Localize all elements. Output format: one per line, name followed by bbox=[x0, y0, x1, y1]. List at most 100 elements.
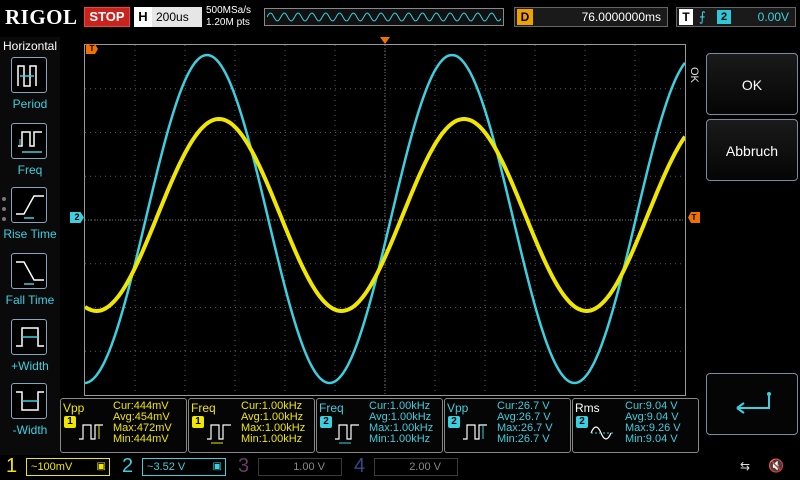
trigger-box[interactable]: T ⨍ 2 0.00V bbox=[676, 7, 796, 27]
channel-scale: 100mV bbox=[37, 461, 73, 473]
value-min: Min:9.04 V bbox=[625, 433, 678, 445]
measurement-name: Vpp bbox=[63, 401, 85, 415]
rms-sine-icon bbox=[590, 426, 615, 440]
run-stop-status[interactable]: STOP bbox=[84, 7, 130, 27]
measurement-name: Rms bbox=[575, 401, 600, 415]
cancel-button[interactable]: Abbruch bbox=[706, 119, 798, 181]
channel-scale: 1.00 V bbox=[293, 461, 325, 473]
value-min: Min:26.7 V bbox=[497, 433, 550, 445]
measurement-name: Vpp bbox=[447, 401, 469, 415]
menu-item-label: +Width bbox=[11, 359, 49, 373]
channel-scale: 3.52 V bbox=[153, 461, 186, 473]
menu-item-label: Fall Time bbox=[5, 293, 55, 307]
channel-badge: 2 bbox=[448, 416, 460, 428]
delay-value: 76.0000000ms bbox=[581, 10, 661, 24]
menu-title: Horizontal bbox=[2, 39, 58, 53]
channel-2-marker-label: 2 bbox=[74, 212, 80, 222]
return-button[interactable] bbox=[706, 373, 798, 435]
measurement-values: Cur:444mV Avg:454mV Max:472mV Min:444mV bbox=[113, 401, 172, 445]
measurement-cell[interactable]: Rms 2 Cur:9.04 V Avg:9.04 V Max:9.26 V M… bbox=[572, 398, 699, 453]
usb-icon: ⇆ bbox=[740, 459, 751, 473]
menu-item-negative-width[interactable]: -Width bbox=[0, 383, 60, 445]
menu-item-label: Period bbox=[12, 97, 48, 111]
menu-item-positive-width[interactable]: +Width bbox=[0, 319, 60, 381]
vpp-icon bbox=[79, 424, 103, 440]
rising-edge-icon: ⨍ bbox=[699, 9, 706, 24]
menu-item-fall-time[interactable]: Fall Time bbox=[0, 253, 60, 315]
channel-2-status[interactable]: 2 ~3.52 V ▣ bbox=[116, 455, 232, 480]
channel-status-bar: 1 ~100mV ▣ 2 ~3.52 V ▣ 3 1.00 V 4 2.00 V… bbox=[0, 455, 800, 480]
channel-number: 3 bbox=[238, 455, 250, 477]
measurement-panel: Vpp 1 Cur:444mV Avg:454mV Max:472mV Min:… bbox=[60, 398, 700, 453]
channel-4-status[interactable]: 4 2.00 V bbox=[348, 455, 464, 480]
channel-scale-box: ~100mV ▣ bbox=[26, 458, 110, 476]
menu-item-label: Rise Time bbox=[3, 227, 57, 241]
measurement-cell[interactable]: Vpp 1 Cur:444mV Avg:454mV Max:472mV Min:… bbox=[60, 398, 187, 453]
channel-1-status[interactable]: 1 ~100mV ▣ bbox=[0, 455, 116, 480]
overview-waveform bbox=[267, 12, 501, 22]
channel-3-status[interactable]: 3 1.00 V bbox=[232, 455, 348, 480]
measurement-values: Cur:26.7 V Avg:26.7 V Max:26.7 V Min:26.… bbox=[497, 401, 553, 445]
menu-item-label: Freq bbox=[17, 163, 43, 177]
waveform-display[interactable] bbox=[84, 44, 686, 396]
timebase-value: 200us bbox=[156, 10, 189, 24]
ok-button[interactable]: OK bbox=[706, 53, 798, 115]
trigger-level-marker[interactable]: T bbox=[688, 212, 700, 223]
channel-badge: 1 bbox=[64, 416, 76, 428]
sample-info: 500MSa/s 1.20M pts bbox=[206, 5, 251, 29]
channel-number: 4 bbox=[354, 455, 366, 477]
waveform-canvas bbox=[85, 45, 685, 395]
trigger-level-marker-label: T bbox=[691, 213, 697, 222]
measurement-cell[interactable]: Freq 1 Cur:1.00kHz Avg:1.00kHz Max:1.00k… bbox=[188, 398, 315, 453]
graticule bbox=[85, 45, 685, 395]
menu-item-freq[interactable]: Freq bbox=[0, 123, 60, 185]
measurement-values: Cur:9.04 V Avg:9.04 V Max:9.26 V Min:9.0… bbox=[625, 401, 681, 445]
trigger-position-label: T bbox=[89, 44, 95, 53]
timebase-box[interactable]: H 200us bbox=[134, 7, 202, 27]
channel-badge: 1 bbox=[192, 416, 204, 428]
measurement-values: Cur:1.00kHz Avg:1.00kHz Max:1.00kHz Min:… bbox=[369, 401, 433, 445]
bandwidth-limit-icon: ▣ bbox=[212, 461, 222, 472]
channel-2-marker[interactable]: 2 bbox=[70, 212, 84, 223]
trigger-source: 2 bbox=[717, 10, 731, 24]
menu-item-label: -Width bbox=[12, 423, 48, 437]
trigger-level: 0.00V bbox=[757, 10, 789, 24]
channel-scale-box: ~3.52 V ▣ bbox=[142, 458, 226, 476]
vpp-icon bbox=[463, 424, 487, 440]
value-min: Min:1.00kHz bbox=[241, 433, 303, 445]
sound-muted-icon[interactable]: 🔇 bbox=[768, 458, 784, 474]
rise-time-icon bbox=[11, 187, 47, 223]
channel-scale: 2.00 V bbox=[409, 461, 441, 473]
measurement-name: Freq bbox=[319, 401, 344, 415]
measurement-cell[interactable]: Vpp 2 Cur:26.7 V Avg:26.7 V Max:26.7 V M… bbox=[444, 398, 571, 453]
channel-badge: 2 bbox=[576, 416, 588, 428]
bandwidth-limit-icon: ▣ bbox=[96, 461, 106, 472]
measurement-values: Cur:1.00kHz Avg:1.00kHz Max:1.00kHz Min:… bbox=[241, 401, 305, 445]
channel-scale-box: 1.00 V bbox=[258, 458, 342, 476]
channel-scale-box: 2.00 V bbox=[374, 458, 458, 476]
period-icon bbox=[11, 57, 47, 93]
channel-number: 2 bbox=[122, 455, 134, 477]
brand-logo: RIGOL bbox=[5, 5, 78, 29]
menu-item-period[interactable]: Period bbox=[0, 57, 60, 119]
measurement-cell[interactable]: Freq 2 Cur:1.00kHz Avg:1.00kHz Max:1.00k… bbox=[316, 398, 443, 453]
fall-time-icon bbox=[11, 253, 47, 289]
left-measure-menu: Horizontal Period Freq Rise Time Fall Ti… bbox=[0, 37, 60, 455]
timebase-label: H bbox=[134, 7, 152, 27]
side-label: OK bbox=[688, 67, 700, 83]
frequency-icon bbox=[207, 424, 231, 444]
measurement-name: Freq bbox=[191, 401, 216, 415]
horizontal-trigger-marker[interactable] bbox=[380, 37, 390, 44]
channel-number: 1 bbox=[6, 455, 18, 477]
delay-box[interactable]: D 76.0000000ms bbox=[514, 7, 668, 27]
menu-item-rise-time[interactable]: Rise Time bbox=[0, 187, 60, 249]
channel-badge: 2 bbox=[320, 416, 332, 428]
frequency-icon bbox=[11, 123, 47, 159]
value-min: Min:1.00kHz bbox=[369, 433, 431, 445]
sample-rate: 500MSa/s bbox=[206, 5, 252, 16]
memory-depth: 1.20M pts bbox=[206, 17, 250, 28]
negative-width-icon bbox=[11, 383, 47, 419]
memory-waveform-overview[interactable] bbox=[264, 8, 504, 26]
frequency-icon bbox=[335, 424, 359, 444]
return-arrow-icon bbox=[736, 392, 771, 414]
